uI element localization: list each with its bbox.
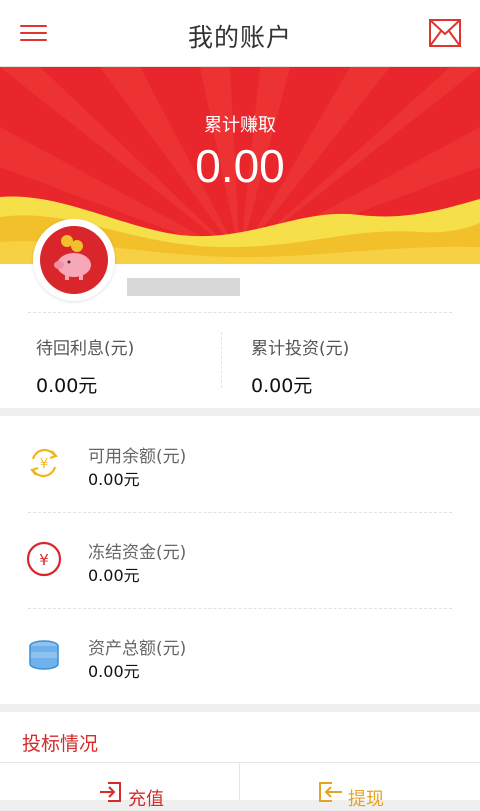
stat-value: 0.00元 <box>36 375 98 397</box>
bidding-section[interactable]: 投标情况 <box>0 712 480 762</box>
coin-stack-icon <box>29 640 59 670</box>
username-placeholder <box>127 278 240 296</box>
funds-list: ¥ 可用余额(元) 0.00元 ¥ 冻结资金(元) 0.00元 资产总额(元) … <box>0 416 480 704</box>
recharge-label: 充值 <box>128 789 164 810</box>
stat-value: 0.00元 <box>251 375 313 397</box>
fund-value: 0.00元 <box>88 566 140 585</box>
list-item-available-balance[interactable]: ¥ 可用余额(元) 0.00元 <box>0 416 480 512</box>
withdraw-button[interactable]: 提现 <box>240 763 480 810</box>
fund-label: 可用余额(元) <box>88 447 187 467</box>
section-title: 投标情况 <box>22 733 99 755</box>
envelope-icon[interactable] <box>429 19 461 47</box>
currency-exchange-icon: ¥ <box>30 448 58 478</box>
piggy-bank-icon <box>54 235 91 280</box>
svg-text:¥: ¥ <box>40 457 48 472</box>
svg-text:¥: ¥ <box>39 551 49 569</box>
fund-value: 0.00元 <box>88 470 140 489</box>
avatar[interactable] <box>33 219 115 301</box>
fund-label: 冻结资金(元) <box>88 543 187 563</box>
stat-label: 待回利息(元) <box>36 339 135 359</box>
divider <box>28 312 452 313</box>
fund-label: 资产总额(元) <box>88 639 187 659</box>
total-earned-amount: 0.00 <box>195 140 285 192</box>
bottom-action-bar: 充值 提现 <box>0 762 480 810</box>
page-title: 我的账户 <box>187 23 292 52</box>
stat-pending-interest: 待回利息(元) 0.00元 <box>36 334 134 398</box>
stat-total-invested: 累计投资(元) 0.00元 <box>251 334 349 398</box>
account-profile-card: 待回利息(元) 0.00元 累计投资(元) 0.00元 <box>0 219 480 408</box>
fund-value: 0.00元 <box>88 662 140 681</box>
list-item-frozen-funds[interactable]: ¥ 冻结资金(元) 0.00元 <box>0 512 480 608</box>
yen-circle-icon: ¥ <box>26 541 62 577</box>
divider <box>221 332 222 388</box>
app-header: 我的账户 <box>0 0 480 67</box>
recharge-button[interactable]: 充值 <box>0 763 240 810</box>
stat-label: 累计投资(元) <box>251 339 350 359</box>
total-earned-label: 累计赚取 <box>204 115 276 136</box>
withdraw-label: 提现 <box>348 789 384 810</box>
list-item-total-assets[interactable]: 资产总额(元) 0.00元 <box>0 608 480 704</box>
